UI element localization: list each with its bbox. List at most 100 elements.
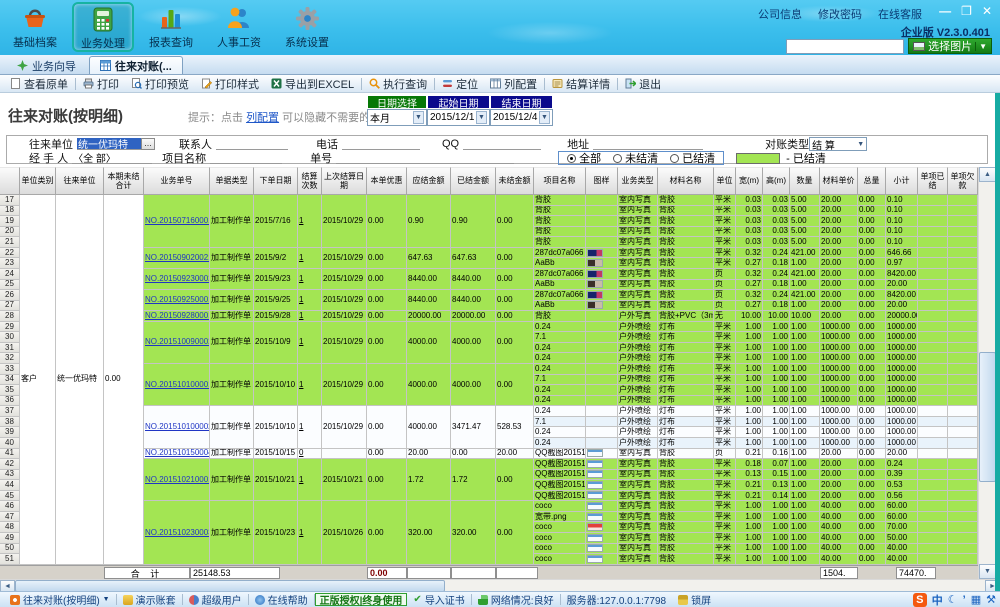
reconcile-type-select[interactable]: 结 算▼ bbox=[809, 137, 867, 151]
table-row[interactable]: 17客户统一优玛特0.00NO.201507160001加工制作单2015/7/… bbox=[0, 195, 978, 206]
status-lock-screen[interactable]: 锁屏 bbox=[672, 592, 717, 607]
online-support-link[interactable]: 在线客服 bbox=[878, 6, 922, 22]
thumbnail-image[interactable] bbox=[587, 460, 603, 468]
grid-column-header[interactable]: 单位 bbox=[714, 167, 736, 195]
order-no-link[interactable]: NO.201510090002 bbox=[145, 337, 210, 346]
grid-column-header[interactable]: 图样 bbox=[586, 167, 618, 195]
print-style-button[interactable]: 打印样式 bbox=[195, 76, 265, 92]
ime-mode-icon[interactable]: 中 bbox=[932, 592, 943, 607]
order-no-link[interactable]: NO.201509230002 bbox=[145, 274, 210, 283]
row-number[interactable]: 48 bbox=[0, 522, 20, 533]
row-number[interactable]: 29 bbox=[0, 322, 20, 333]
row-number[interactable]: 37 bbox=[0, 406, 20, 417]
order-no-link[interactable]: NO.201509280001 bbox=[145, 311, 210, 320]
restore-button[interactable]: ❐ bbox=[961, 4, 972, 18]
table-row[interactable]: 24NO.201509230002加工制作单2015/9/2312015/10/… bbox=[0, 269, 978, 280]
sogou-logo-icon[interactable]: S bbox=[913, 593, 927, 607]
settle-count-link[interactable]: 1 bbox=[299, 253, 303, 262]
address-input[interactable] bbox=[593, 138, 703, 150]
order-no-link[interactable]: NO.201507160001 bbox=[145, 216, 210, 225]
minimize-button[interactable]: — bbox=[939, 4, 951, 18]
grid-column-header[interactable]: 宽(m) bbox=[736, 167, 763, 195]
grid-column-header[interactable]: 往来单位 bbox=[56, 167, 104, 195]
grid-column-header[interactable]: 未结金额 bbox=[496, 167, 534, 195]
table-row[interactable]: 22NO.201509020021加工制作单2015/9/212015/10/2… bbox=[0, 248, 978, 259]
row-number[interactable]: 46 bbox=[0, 501, 20, 512]
grid-column-header[interactable] bbox=[0, 167, 20, 195]
row-number[interactable]: 18 bbox=[0, 206, 20, 217]
settle-count-link[interactable]: 1 bbox=[299, 422, 303, 431]
row-number[interactable]: 38 bbox=[0, 417, 20, 428]
grid-column-header[interactable]: 上次结算日期 bbox=[322, 167, 367, 195]
export-excel-button[interactable]: 导出到EXCEL bbox=[265, 76, 360, 92]
company-info-link[interactable]: 公司信息 bbox=[758, 6, 802, 22]
grid-column-header[interactable]: 已结金额 bbox=[451, 167, 496, 195]
grid-column-header[interactable]: 应结金额 bbox=[407, 167, 451, 195]
grid-column-header[interactable]: 数量 bbox=[790, 167, 820, 195]
row-number[interactable]: 21 bbox=[0, 237, 20, 248]
table-row[interactable]: 37NO.201510100002加工制作单2015/10/1012015/10… bbox=[0, 406, 978, 417]
counterparty-input[interactable] bbox=[77, 138, 141, 150]
settle-count-link[interactable]: 1 bbox=[299, 380, 303, 389]
status-super-user[interactable]: 超级用户 bbox=[183, 592, 248, 607]
thumbnail-image[interactable] bbox=[587, 259, 603, 267]
grid-column-header[interactable]: 业务单号 bbox=[144, 167, 210, 195]
order-no-link[interactable]: NO.201510100002 bbox=[145, 422, 210, 431]
project-name-input[interactable] bbox=[210, 152, 282, 164]
grid-column-header[interactable]: 本期未结合计 bbox=[104, 167, 144, 195]
exit-button[interactable]: 退出 bbox=[619, 76, 667, 92]
row-number[interactable]: 35 bbox=[0, 385, 20, 396]
grid-column-header[interactable]: 材料单价 bbox=[820, 167, 858, 195]
thumbnail-image[interactable] bbox=[587, 301, 603, 309]
thumbnail-image[interactable] bbox=[587, 291, 603, 299]
vertical-scrollbar[interactable]: ▲ ▼ bbox=[978, 167, 995, 579]
thumbnail-image[interactable] bbox=[587, 513, 603, 521]
grid-column-header[interactable]: 总量 bbox=[858, 167, 886, 195]
order-no-link[interactable]: NO.201510210001 bbox=[145, 475, 210, 484]
grid-column-header[interactable]: 结算次数 bbox=[298, 167, 322, 195]
status-import-cert[interactable]: ✔导入证书 bbox=[407, 592, 470, 607]
settle-count-link[interactable]: 1 bbox=[299, 295, 303, 304]
row-number[interactable]: 27 bbox=[0, 301, 20, 312]
nav-item-settings[interactable]: 系统设置 bbox=[276, 2, 338, 52]
thumbnail-image[interactable] bbox=[587, 449, 603, 457]
row-number[interactable]: 34 bbox=[0, 375, 20, 386]
nav-item-business[interactable]: 业务处理 bbox=[72, 2, 134, 52]
tools-icon[interactable]: ⚒ bbox=[986, 593, 996, 606]
row-number[interactable]: 33 bbox=[0, 364, 20, 375]
grid-column-header[interactable]: 业务类型 bbox=[618, 167, 658, 195]
thumbnail-image[interactable] bbox=[587, 280, 603, 288]
order-no-link[interactable]: NO.201510100001 bbox=[145, 380, 210, 389]
order-no-input[interactable] bbox=[336, 152, 514, 164]
radio-settled[interactable]: 已结清 bbox=[670, 150, 715, 166]
status-demo-account[interactable]: 演示账套 bbox=[117, 592, 182, 607]
row-number[interactable]: 50 bbox=[0, 544, 20, 555]
run-query-button[interactable]: 执行查询 bbox=[363, 76, 433, 92]
table-row[interactable]: 41NO.201510150004加工制作单2015/10/1500.0020.… bbox=[0, 449, 978, 460]
scroll-down-icon[interactable]: ▼ bbox=[979, 564, 996, 579]
image-path-input[interactable] bbox=[786, 39, 904, 54]
row-number[interactable]: 30 bbox=[0, 332, 20, 343]
table-row[interactable]: 33NO.201510100001加工制作单2015/10/1012015/10… bbox=[0, 364, 978, 375]
settle-count-link[interactable]: 1 bbox=[299, 528, 303, 537]
row-number[interactable]: 40 bbox=[0, 438, 20, 449]
scroll-up-icon[interactable]: ▲ bbox=[979, 167, 996, 182]
settle-count-link[interactable]: 0 bbox=[299, 449, 303, 458]
settle-count-link[interactable]: 1 bbox=[299, 216, 303, 225]
column-config-link[interactable]: 列配置 bbox=[246, 112, 279, 124]
thumbnail-image[interactable] bbox=[587, 534, 603, 542]
settle-count-link[interactable]: 1 bbox=[299, 475, 303, 484]
row-number[interactable]: 42 bbox=[0, 459, 20, 470]
row-number[interactable]: 51 bbox=[0, 554, 20, 565]
locate-button[interactable]: 定位 bbox=[436, 76, 484, 92]
row-number[interactable]: 44 bbox=[0, 480, 20, 491]
row-number[interactable]: 49 bbox=[0, 533, 20, 544]
row-number[interactable]: 26 bbox=[0, 290, 20, 301]
row-number[interactable]: 22 bbox=[0, 248, 20, 259]
grid-column-header[interactable]: 项目名称 bbox=[534, 167, 586, 195]
grid-column-header[interactable]: 本单优惠 bbox=[367, 167, 407, 195]
row-number[interactable]: 41 bbox=[0, 449, 20, 460]
row-number[interactable]: 32 bbox=[0, 353, 20, 364]
row-number[interactable]: 17 bbox=[0, 195, 20, 206]
thumbnail-image[interactable] bbox=[587, 523, 603, 531]
